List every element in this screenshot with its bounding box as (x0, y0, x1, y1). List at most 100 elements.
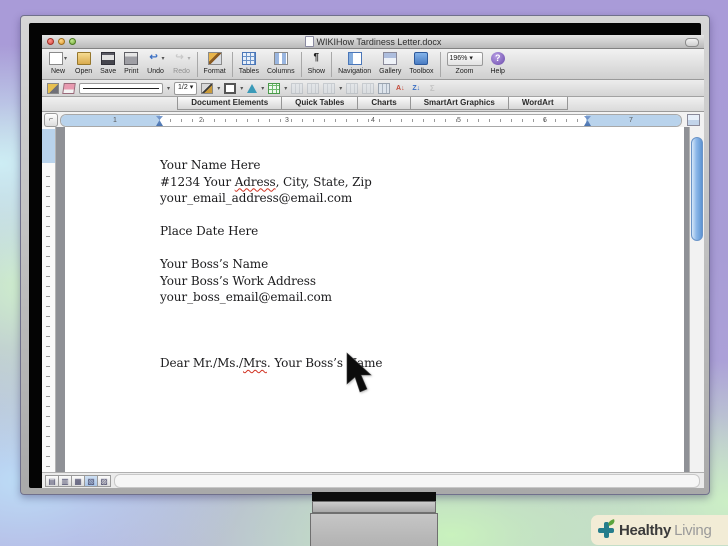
letter-line: Place Date Here (160, 223, 382, 240)
right-margin-area (586, 115, 681, 126)
ruler-number: 1 (113, 117, 117, 124)
toolbar-button-label: Navigation (338, 68, 372, 75)
tab-stop-selector[interactable]: ⌐ (44, 113, 58, 127)
toolbar-button-label: New (51, 68, 66, 75)
tab-quick-tables[interactable]: Quick Tables (281, 97, 359, 110)
letter-text-segment: Dear Mr./Ms./ (160, 356, 243, 370)
line-weight-select[interactable]: 1/2 ▾ (174, 81, 198, 95)
letter-text-segment: #1234 Your (160, 174, 235, 189)
toolbar-button-label: Show (307, 68, 326, 75)
split-view-icon[interactable] (687, 114, 700, 126)
vertical-ruler[interactable] (42, 127, 56, 472)
elements-gallery-tabbar: Document Elements Quick Tables Charts Smart… (42, 97, 704, 112)
insert-table-icon[interactable] (268, 82, 281, 94)
redo-icon: ↪ (175, 52, 184, 63)
toolbar-button-columns[interactable]: Columns (263, 51, 299, 76)
document-page[interactable]: Your Name Here #1234 Your Adress, City, S… (65, 127, 684, 472)
tab-wordart[interactable]: WordArt (507, 97, 568, 110)
left-margin-area (61, 115, 160, 126)
tab-document-elements[interactable]: Document Elements (177, 97, 283, 110)
toolbar-button-label: Tables (238, 68, 259, 75)
toolbar-button-format[interactable]: Format (200, 51, 230, 76)
toolbar-button-toolbox[interactable]: Toolbox (405, 51, 437, 76)
chevron-down-icon: ▾ (187, 56, 191, 62)
toolbar-button-print[interactable]: Print (120, 51, 142, 76)
border-color-pen-icon[interactable] (201, 82, 214, 94)
vertical-scrollbar[interactable] (689, 127, 704, 472)
toolbar-button-label: Columns (266, 68, 295, 75)
insert-rows-icon[interactable] (291, 82, 304, 94)
healthy-living-logo: Healthy Living (591, 515, 728, 545)
traffic-lights (47, 38, 76, 45)
toolbar-button-zoom[interactable]: 196% ▾ Zoom (443, 51, 487, 76)
line-style-select[interactable] (79, 82, 163, 94)
undo-icon: ↩ (149, 52, 158, 63)
chevron-down-icon: ▾ (261, 85, 265, 92)
document-icon (304, 36, 314, 47)
toolbar-button-new[interactable]: ▾ New (45, 51, 71, 76)
sort-descending-icon[interactable]: Z↓ (410, 83, 422, 94)
title-bar[interactable]: WIKIHow Tardiness Letter.docx (42, 35, 704, 49)
print-icon (124, 52, 139, 65)
format-brush-icon (207, 52, 222, 65)
letter-line (160, 207, 382, 224)
letter-text-segment: Your Name Here (160, 158, 261, 172)
eraser-icon[interactable] (62, 82, 76, 94)
autosum-icon[interactable]: Σ (426, 83, 438, 94)
tab-smartart-graphics[interactable]: SmartArt Graphics (409, 97, 509, 110)
tab-charts[interactable]: Charts (357, 97, 411, 110)
letter-text-segment: your_email_address@email.com (160, 191, 353, 205)
minimize-button[interactable] (58, 38, 65, 45)
letter-line: your_email_address@email.com (160, 190, 382, 207)
draw-table-pencil-icon[interactable] (47, 82, 59, 94)
toolbar-button-redo[interactable]: ↪ ▾ Redo (169, 51, 195, 76)
chevron-down-icon: ▾ (284, 85, 288, 92)
shading-icon[interactable] (247, 83, 258, 93)
toolbar-separator (300, 52, 302, 77)
letter-line (160, 339, 382, 356)
toolbar-button-navigation[interactable]: Navigation (334, 51, 375, 76)
toolbar-button-label: Help (490, 68, 505, 75)
outline-view-button[interactable]: ▥ (58, 474, 72, 487)
toolbar-button-tables[interactable]: Tables (235, 51, 263, 76)
close-button[interactable] (47, 38, 54, 45)
gallery-icon (383, 52, 398, 65)
borders-icon[interactable] (224, 82, 237, 94)
draft-view-button[interactable]: ▤ (45, 474, 59, 487)
word-window: WIKIHow Tardiness Letter.docx ▾ New Open Sa… (42, 35, 704, 488)
split-cells-icon[interactable] (346, 82, 359, 94)
vertical-scrollbar-thumb[interactable] (691, 137, 703, 241)
print-layout-view-button[interactable]: ▧ (84, 474, 98, 487)
letter-text-segment: . Your Boss’s Name (266, 356, 383, 370)
autofit-icon[interactable] (378, 82, 391, 94)
notebook-layout-view-button[interactable]: ▨ (97, 474, 111, 487)
letter-line (160, 240, 382, 257)
publishing-layout-view-button[interactable]: ▦ (71, 474, 85, 487)
view-buttons: ▤ ▥ ▦ ▧ ▨ (45, 474, 111, 487)
letter-text: Your Name Here #1234 Your Adress, City, S… (160, 157, 382, 372)
merge-cells-icon[interactable] (323, 82, 336, 94)
ruler-number: 2 (199, 117, 203, 124)
sort-ascending-icon[interactable]: A↓ (394, 83, 406, 94)
insert-columns-icon[interactable] (307, 82, 320, 94)
toolbar-toggle-button[interactable] (685, 38, 699, 47)
save-icon (101, 52, 116, 65)
chevron-down-icon: ▾ (167, 85, 171, 92)
zoom-level-select[interactable]: 196% ▾ (446, 51, 483, 66)
letter-text-segment: , City, State, Zip (275, 174, 372, 189)
toolbar-button-undo[interactable]: ↩ ▾ Undo (143, 51, 169, 76)
toolbar-button-show[interactable]: ¶ Show (304, 51, 330, 76)
misspelled-word: Mrs (243, 356, 267, 370)
letter-text-segment: Your Boss’s Work Address (160, 273, 316, 288)
horizontal-scrollbar[interactable] (114, 473, 700, 488)
tables-icon (241, 52, 256, 65)
toolbar-button-help[interactable]: ? Help (487, 51, 509, 76)
toolbar-button-gallery[interactable]: Gallery (375, 51, 405, 76)
horizontal-ruler[interactable]: 1 2 3 4 5 6 7 (60, 114, 682, 127)
toolbar-button-open[interactable]: Open (71, 51, 96, 76)
monitor-stand-base (310, 513, 438, 546)
align-cells-icon[interactable] (362, 82, 375, 94)
zoom-window-button[interactable] (69, 38, 76, 45)
toolbar-button-save[interactable]: Save (96, 51, 120, 76)
page-gutter-left (56, 127, 65, 472)
